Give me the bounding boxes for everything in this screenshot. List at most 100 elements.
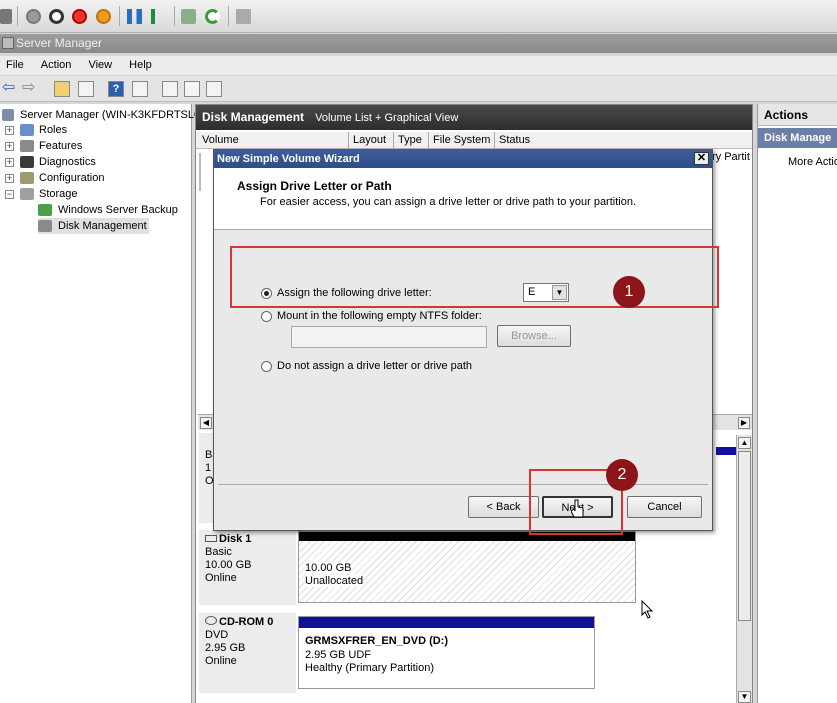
volume-list-header: Volume Layout Type File System Status (196, 132, 752, 149)
disk-1-type: Basic (205, 546, 232, 558)
cdrom-volume[interactable]: GRMSXFRER_EN_DVD (D:) 2.95 GB UDF Health… (298, 616, 595, 689)
forward-arrow-icon[interactable]: ⇨ (22, 80, 38, 97)
expand-diagnostics-icon[interactable]: + (5, 158, 14, 167)
cdrom-0-type: DVD (205, 629, 229, 641)
expand-features-icon[interactable]: + (5, 142, 14, 151)
disk-1-volume-size: 10.00 GB (305, 562, 352, 574)
up-folder-icon[interactable] (54, 81, 70, 97)
help-icon[interactable]: ? (108, 81, 124, 97)
disk-icon[interactable] (206, 81, 222, 97)
window-title: Server Manager (16, 36, 103, 50)
expand-roles-icon[interactable]: + (5, 126, 14, 135)
menu-view[interactable]: View (88, 59, 112, 71)
new-simple-volume-wizard: New Simple Volume Wizard ✕ Assign Drive … (213, 149, 713, 531)
backup-icon (38, 204, 52, 216)
step-marker-1: 1 (613, 276, 645, 308)
menu-help[interactable]: Help (129, 59, 152, 71)
scroll-up-icon[interactable]: ▲ (738, 437, 751, 449)
highlight-box-drive-letter (230, 246, 719, 308)
col-status[interactable]: Status (494, 132, 530, 149)
navigation-tree: Server Manager (WIN-K3KFDRTSL0 + Roles +… (0, 104, 200, 703)
enhanced-session-icon[interactable] (236, 9, 251, 24)
tree-item-label: Configuration (39, 172, 105, 184)
tree-item-label: Storage (39, 188, 78, 200)
cdrom-volume-status: Healthy (Primary Partition) (305, 662, 434, 674)
actions-pane: Actions Disk Manage More Actio (757, 104, 837, 703)
wizard-description: For easier access, you can assign a driv… (260, 196, 637, 208)
no-letter-radio[interactable] (261, 361, 272, 372)
graphical-vertical-scrollbar[interactable]: ▲ ▼ (736, 435, 752, 703)
scroll-right-icon[interactable]: ▶ (738, 417, 750, 429)
cancel-button[interactable]: Cancel (627, 496, 702, 518)
tree-item-configuration[interactable]: Configuration (20, 170, 104, 186)
tree-item-label: Diagnostics (39, 156, 96, 168)
cdrom-0-state: Online (205, 655, 237, 667)
menu-action[interactable]: Action (41, 59, 72, 71)
browse-button[interactable]: Browse... (497, 325, 571, 347)
menu-file[interactable]: File (6, 59, 24, 71)
disk-1-label[interactable]: Disk 1 Basic 10.00 GB Online (199, 530, 296, 605)
disk-1-unallocated-volume[interactable]: 10.00 GB Unallocated (298, 531, 636, 603)
scroll-left-icon[interactable]: ◀ (200, 417, 212, 429)
tree-item-features[interactable]: Features (20, 138, 82, 154)
tree-item-roles[interactable]: Roles (20, 122, 67, 138)
tree-item-windows-server-backup[interactable]: Windows Server Backup (38, 202, 178, 218)
power-icon[interactable] (96, 9, 111, 24)
snapshot-icon[interactable] (181, 9, 196, 24)
col-volume[interactable]: Volume (196, 132, 239, 149)
tree-item-disk-management[interactable]: Disk Management (38, 218, 149, 234)
pane-header: Disk Management Volume List + Graphical … (196, 105, 752, 130)
mount-folder-label[interactable]: Mount in the following empty NTFS folder… (277, 310, 482, 322)
wizard-title: New Simple Volume Wizard (217, 153, 360, 165)
storage-icon (20, 188, 34, 200)
tree-root-label: Server Manager (WIN-K3KFDRTSL0 (20, 109, 201, 121)
tree-item-label: Features (39, 140, 83, 152)
tree-item-label: Disk Management (58, 220, 147, 232)
col-file-system[interactable]: File System (428, 132, 490, 149)
action-pane-icon[interactable] (132, 81, 148, 97)
window-titlebar: Server Manager (0, 34, 837, 53)
col-layout[interactable]: Layout (348, 132, 386, 149)
tree-item-label: Windows Server Backup (58, 204, 178, 216)
tree-item-storage[interactable]: Storage (20, 186, 78, 202)
disk-1-volume-status: Unallocated (305, 575, 364, 587)
properties-icon[interactable] (184, 81, 200, 97)
more-actions-link[interactable]: More Actio (788, 156, 837, 168)
back-arrow-icon[interactable]: ⇦ (2, 80, 18, 97)
pane-title: Disk Management (202, 110, 305, 124)
menu-bar: File Action View Help (0, 56, 837, 75)
scroll-thumb[interactable] (738, 451, 751, 621)
play-icon[interactable] (151, 9, 166, 24)
stop-icon[interactable] (49, 9, 64, 24)
tree-root[interactable]: Server Manager (WIN-K3KFDRTSL0 (2, 107, 200, 123)
revert-icon[interactable] (205, 9, 220, 24)
pause-icon[interactable] (127, 9, 142, 24)
no-letter-label[interactable]: Do not assign a drive letter or drive pa… (277, 360, 472, 372)
roles-icon (20, 124, 34, 136)
features-icon (20, 140, 34, 152)
expand-configuration-icon[interactable]: + (5, 174, 14, 183)
scroll-down-icon[interactable]: ▼ (738, 691, 751, 703)
ctrl-alt-del-icon[interactable] (0, 9, 12, 24)
vm-toolbar (0, 0, 837, 33)
collapse-storage-icon[interactable]: − (5, 190, 14, 199)
show-hide-tree-icon[interactable] (78, 81, 94, 97)
partial-volume-bar (716, 447, 736, 455)
col-type[interactable]: Type (393, 132, 422, 149)
mount-folder-radio[interactable] (261, 311, 272, 322)
power-off-icon[interactable] (26, 9, 41, 24)
cdrom-volume-size: 2.95 GB UDF (305, 649, 372, 661)
shutdown-icon[interactable] (72, 9, 87, 24)
cdrom-0-name: CD-ROM 0 (219, 616, 274, 628)
server-manager-icon (2, 37, 14, 49)
wizard-header: Assign Drive Letter or Path For easier a… (214, 168, 712, 230)
tree-item-diagnostics[interactable]: Diagnostics (20, 154, 96, 170)
disk-management-icon (38, 220, 52, 232)
disk-1-name: Disk 1 (219, 533, 252, 545)
close-icon[interactable]: ✕ (694, 152, 709, 165)
cdrom-volume-name: GRMSXFRER_EN_DVD (D:) (305, 635, 449, 647)
mount-folder-input[interactable] (291, 326, 487, 348)
cdrom-0-label[interactable]: CD-ROM 0 DVD 2.95 GB Online (199, 613, 296, 693)
refresh-icon[interactable] (162, 81, 178, 97)
actions-section-disk-management[interactable]: Disk Manage (758, 128, 837, 148)
